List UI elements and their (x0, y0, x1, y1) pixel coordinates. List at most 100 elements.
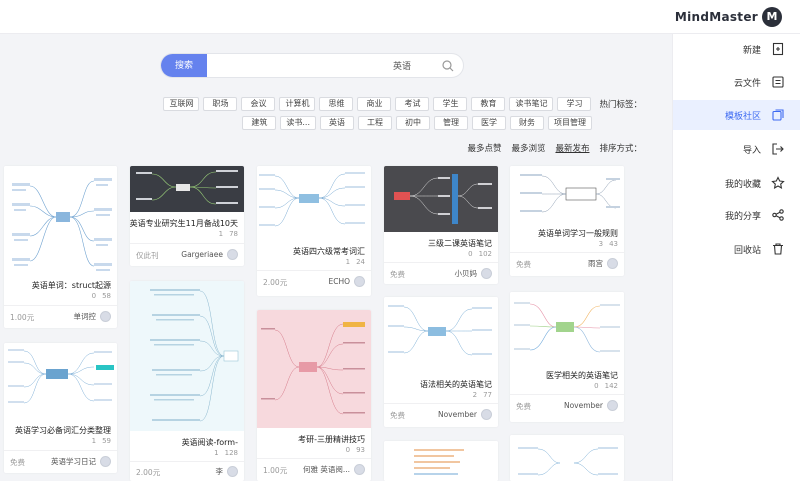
sidebar-item-template-community[interactable]: 模板社区 (673, 100, 800, 130)
author-name: 李 (215, 467, 224, 476)
card-author[interactable]: November (438, 409, 492, 420)
sidebar-item-cloud-files[interactable]: 云文件 (673, 67, 800, 97)
avatar (227, 466, 238, 477)
hot-tag[interactable]: 考试 (395, 97, 430, 111)
card-stats: 59 1 (92, 437, 111, 445)
mindmap-thumbnail (384, 166, 498, 232)
hot-tag[interactable]: 初中 (396, 116, 430, 130)
share-icon (771, 208, 785, 222)
author-name: ECHO (328, 277, 350, 286)
template-card[interactable]: 英语阅读-form- 128 1 李 2.00元 (130, 281, 244, 481)
template-card[interactable]: 医学相关的英语笔记 142 0 November 免费 (510, 292, 624, 422)
card-stats: 58 0 (92, 292, 111, 300)
hot-tag[interactable]: 项目管理 (548, 116, 592, 130)
likes-count: 1 (214, 449, 219, 457)
card-title: 三级二课英语笔记 (428, 239, 492, 248)
card-divider (510, 394, 624, 395)
card-divider (4, 450, 117, 451)
hot-tag[interactable]: 工程 (358, 116, 392, 130)
hot-tag[interactable]: 财务 (510, 116, 544, 130)
search-bar: 搜索 (160, 53, 464, 78)
template-card[interactable]: 英语单词学习一般规则 43 3 雨宫 免费 (510, 166, 624, 276)
template-card[interactable] (510, 435, 624, 481)
card-price: 2.00元 (136, 468, 161, 477)
card-stats: 142 0 (594, 382, 618, 390)
hot-tag[interactable]: 医学 (472, 116, 506, 130)
hot-tag[interactable]: 商业 (357, 97, 392, 111)
hot-tag[interactable]: 管理 (434, 116, 468, 130)
card-author[interactable]: 单词控 (73, 311, 111, 322)
sort-bar: 排序方式： 最新发布 最多浏览 最多点赞 (467, 142, 642, 154)
mindmap-thumbnail (4, 166, 117, 284)
hot-tag[interactable]: 会议 (241, 97, 276, 111)
hot-tag[interactable]: 计算机 (279, 97, 316, 111)
hot-tag[interactable]: 思维 (319, 97, 354, 111)
mindmap-thumbnail (384, 441, 498, 481)
card-price: 免费 (390, 411, 405, 420)
author-name: November (563, 401, 603, 410)
sidebar-item-shares[interactable]: 我的分享 (673, 200, 800, 230)
sort-option-most-viewed[interactable]: 最多浏览 (511, 142, 545, 154)
card-author[interactable]: ECHO (328, 276, 365, 287)
search-button[interactable]: 搜索 (161, 54, 207, 77)
views-count: 78 (229, 230, 238, 238)
hot-tag[interactable]: 建筑 (242, 116, 277, 130)
hot-tag[interactable]: 英语 (320, 116, 354, 130)
card-divider (257, 270, 371, 271)
hot-tag[interactable]: 互联网 (163, 97, 200, 111)
sort-label: 排序方式： (599, 144, 642, 154)
hot-tag[interactable]: 职场 (203, 97, 238, 111)
mindmap-thumbnail (4, 343, 117, 415)
card-author[interactable]: 英语学习日记 (51, 456, 111, 467)
card-author[interactable]: November (564, 400, 618, 411)
views-count: 58 (102, 292, 111, 300)
card-stats: 102 0 (468, 250, 492, 258)
brand-name: MindMaster (674, 10, 758, 24)
search-icon[interactable] (441, 59, 455, 73)
template-card[interactable]: 三级二课英语笔记 102 0 小贝妈 免费 (384, 166, 498, 284)
card-author[interactable]: 小贝妈 (454, 268, 492, 279)
card-divider (4, 305, 117, 306)
sidebar-item-label: 导入 (742, 145, 761, 156)
sidebar-item-new[interactable]: 新建 (673, 34, 800, 64)
sort-option-most-liked[interactable]: 最多点赞 (467, 142, 501, 154)
card-author[interactable]: 何雅 英语阅... (303, 464, 365, 475)
card-author[interactable]: 雨宫 (588, 258, 618, 269)
sort-option-newest[interactable]: 最新发布 (555, 142, 589, 154)
avatar (607, 400, 618, 411)
template-card[interactable]: 英语专业研究生11月备战10天 78 1 Gargeriaee 仅此刊 (130, 166, 244, 266)
views-count: 77 (483, 391, 492, 399)
template-card[interactable]: 考研-三册精讲技巧 93 0 何雅 英语阅... 1.00元 (257, 310, 371, 481)
hot-tag[interactable]: 读书笔记 (509, 97, 554, 111)
author-name: 小贝妈 (454, 269, 478, 278)
card-stats: 77 2 (473, 391, 492, 399)
hot-tag[interactable]: 学生 (433, 97, 468, 111)
card-price: 1.00元 (10, 313, 35, 322)
sidebar-item-trash[interactable]: 回收站 (673, 234, 800, 264)
hot-tag[interactable]: 教育 (471, 97, 506, 111)
card-title: 英语学习必备词汇分类整理 (15, 426, 111, 435)
template-card[interactable]: 英语四六级常考词汇 24 1 ECHO 2.00元 (257, 166, 371, 296)
mindmap-thumbnail (257, 310, 371, 428)
hot-tag[interactable]: 学习 (557, 97, 592, 111)
sidebar-item-import[interactable]: 导入 (673, 134, 800, 164)
search-input[interactable] (209, 54, 415, 77)
template-card[interactable]: 英语单词：struct起源 58 0 单词控 1.00元 (4, 166, 117, 328)
avatar (354, 464, 365, 475)
author-name: 单词控 (73, 312, 97, 321)
template-card[interactable] (384, 441, 498, 481)
card-author[interactable]: Gargeriaee (181, 249, 238, 260)
sidebar-item-label: 模板社区 (724, 111, 761, 122)
likes-count: 3 (598, 240, 604, 248)
template-card[interactable]: 英语学习必备词汇分类整理 59 1 英语学习日记 免费 (4, 343, 117, 473)
template-card[interactable]: 语法相关的英语笔记 77 2 November 免费 (384, 297, 498, 427)
new-file-icon (771, 42, 785, 56)
sidebar-item-favorites[interactable]: 我的收藏 (673, 168, 800, 198)
mindmap-thumbnail (510, 435, 624, 481)
likes-count: 0 (594, 382, 599, 390)
card-stats: 128 1 (214, 449, 238, 457)
brand-logo[interactable]: M MindMaster (675, 6, 782, 28)
card-title: 语法相关的英语笔记 (420, 380, 492, 389)
hot-tag[interactable]: 读书... (280, 116, 316, 130)
card-author[interactable]: 李 (215, 466, 238, 477)
